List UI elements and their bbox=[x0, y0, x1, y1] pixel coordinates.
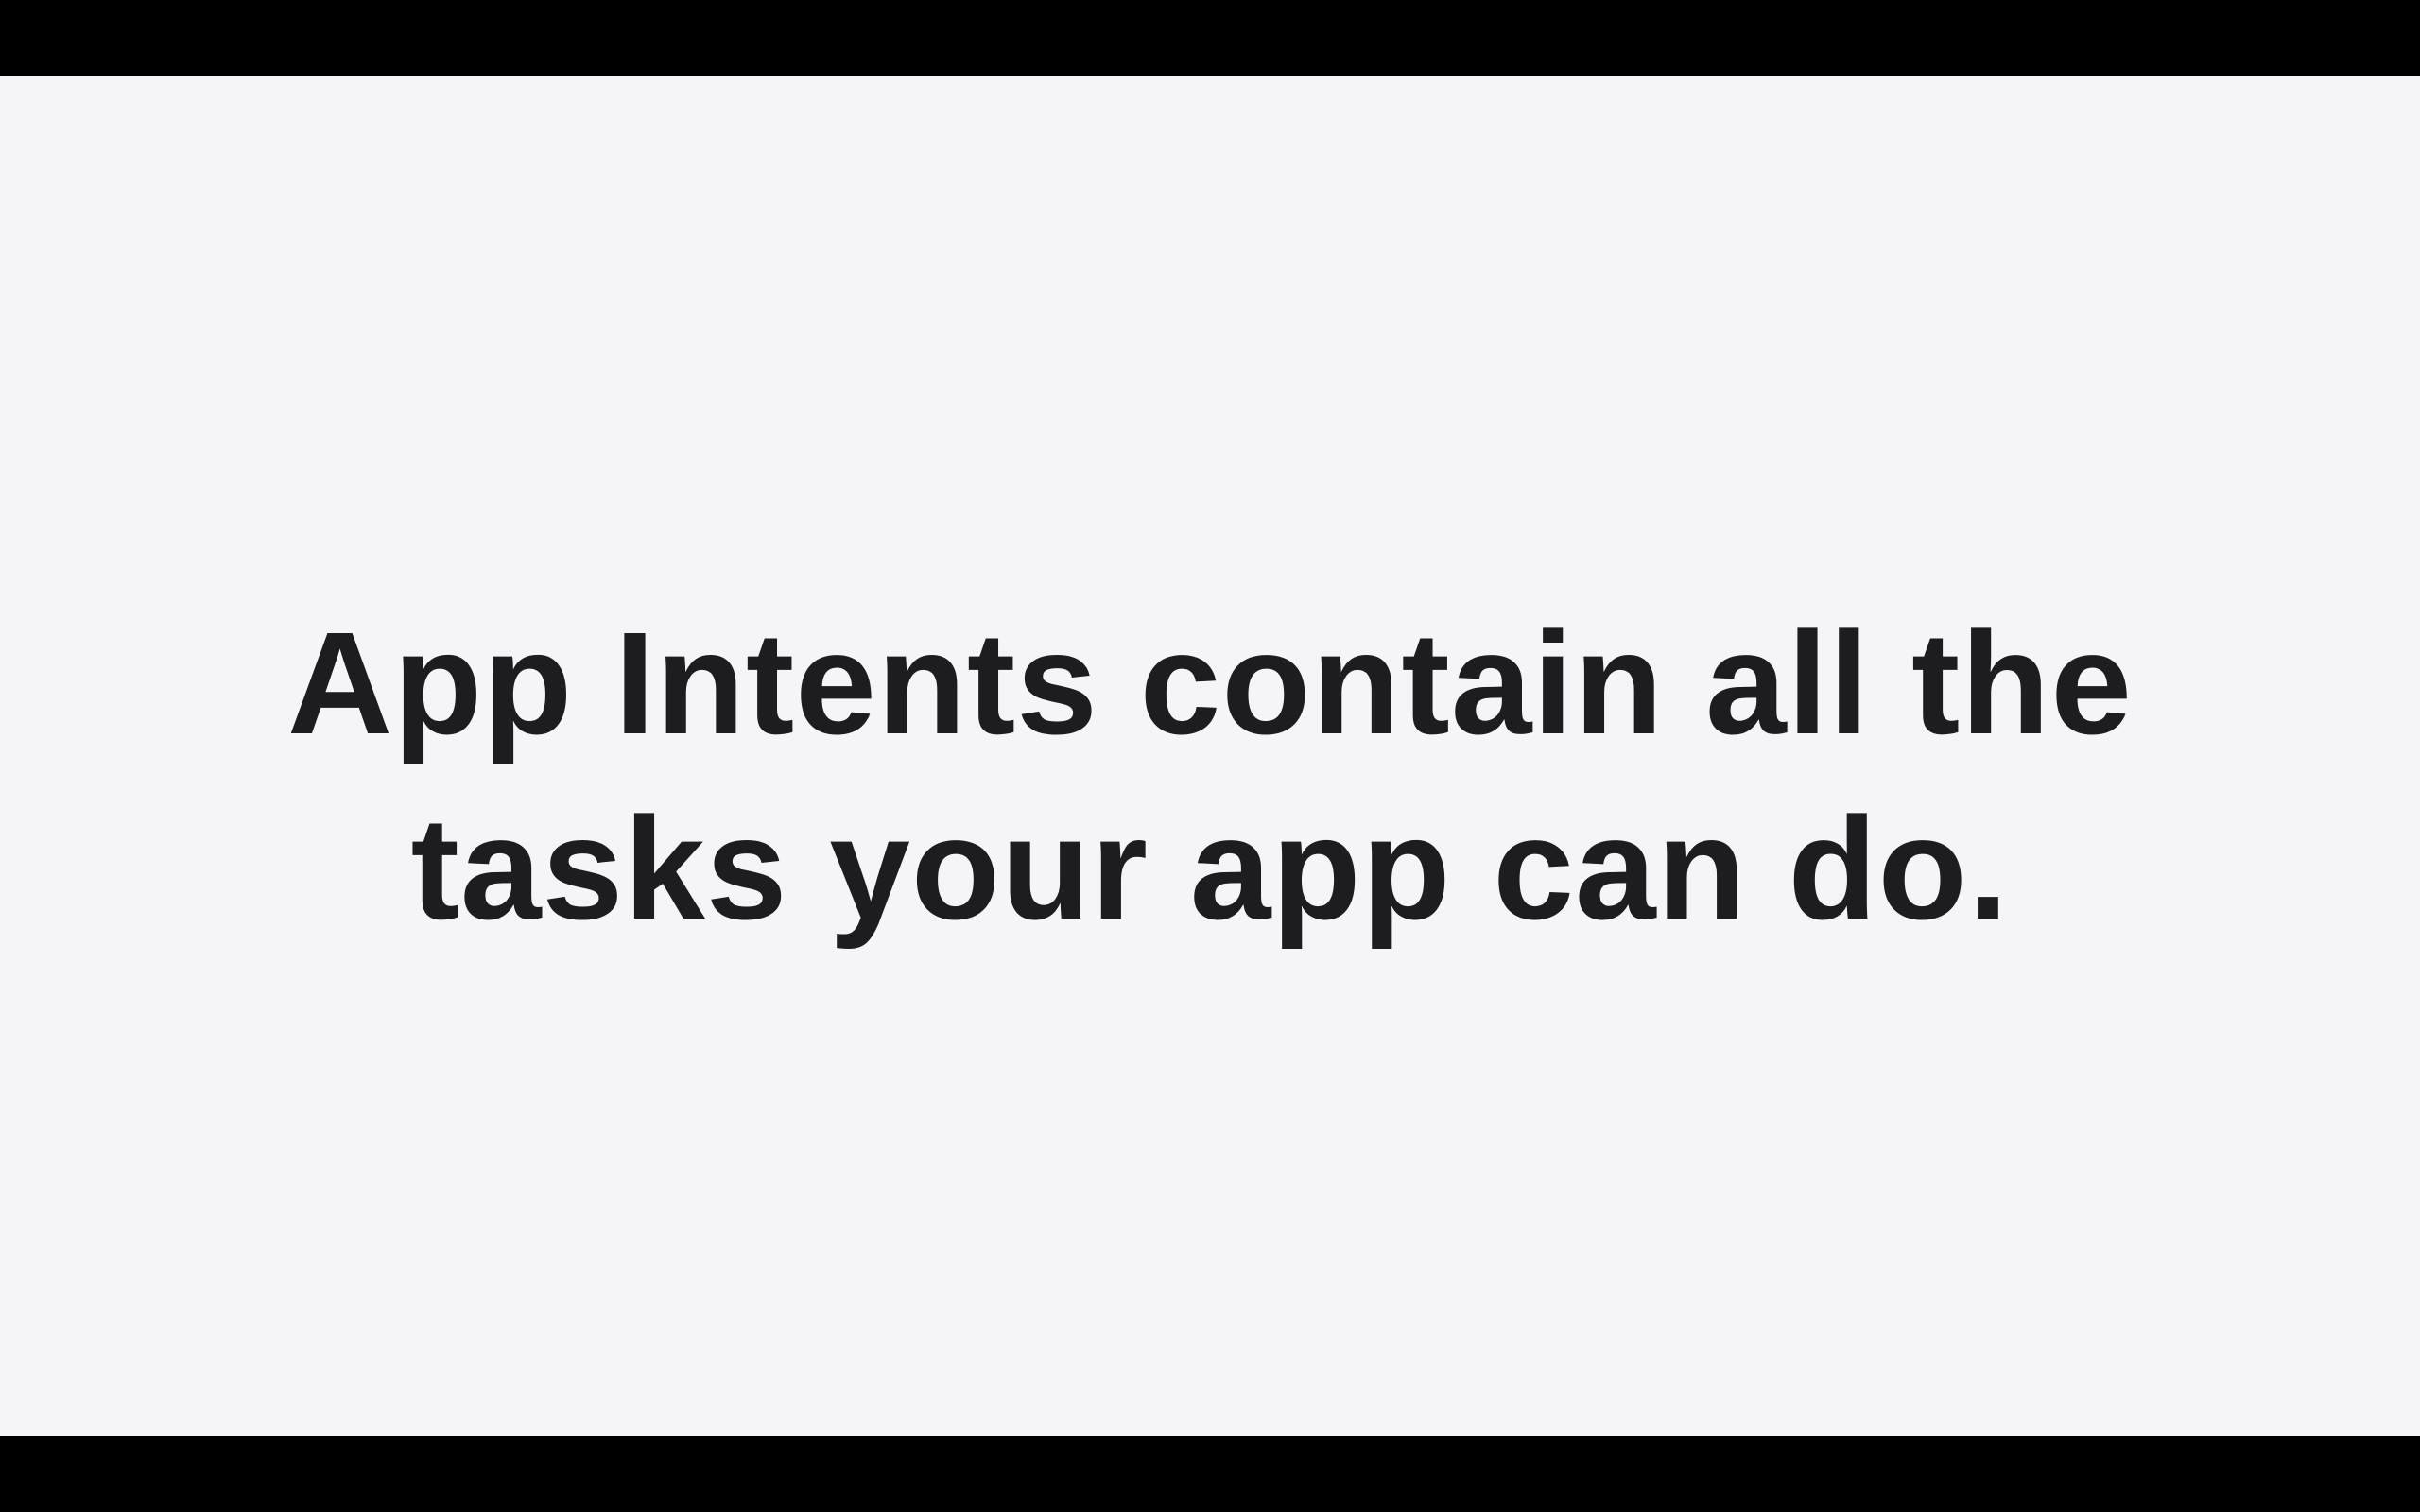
caption-line-1: App Intents contain all the bbox=[286, 602, 2134, 765]
letterbox-top-bar bbox=[0, 0, 2420, 76]
slide-caption: App Intents contain all the tasks your a… bbox=[0, 591, 2420, 961]
letterbox-bottom-bar bbox=[0, 1436, 2420, 1512]
caption-line-2: tasks your app can do. bbox=[410, 787, 2010, 950]
video-slide: App Intents contain all the tasks your a… bbox=[0, 76, 2420, 1436]
